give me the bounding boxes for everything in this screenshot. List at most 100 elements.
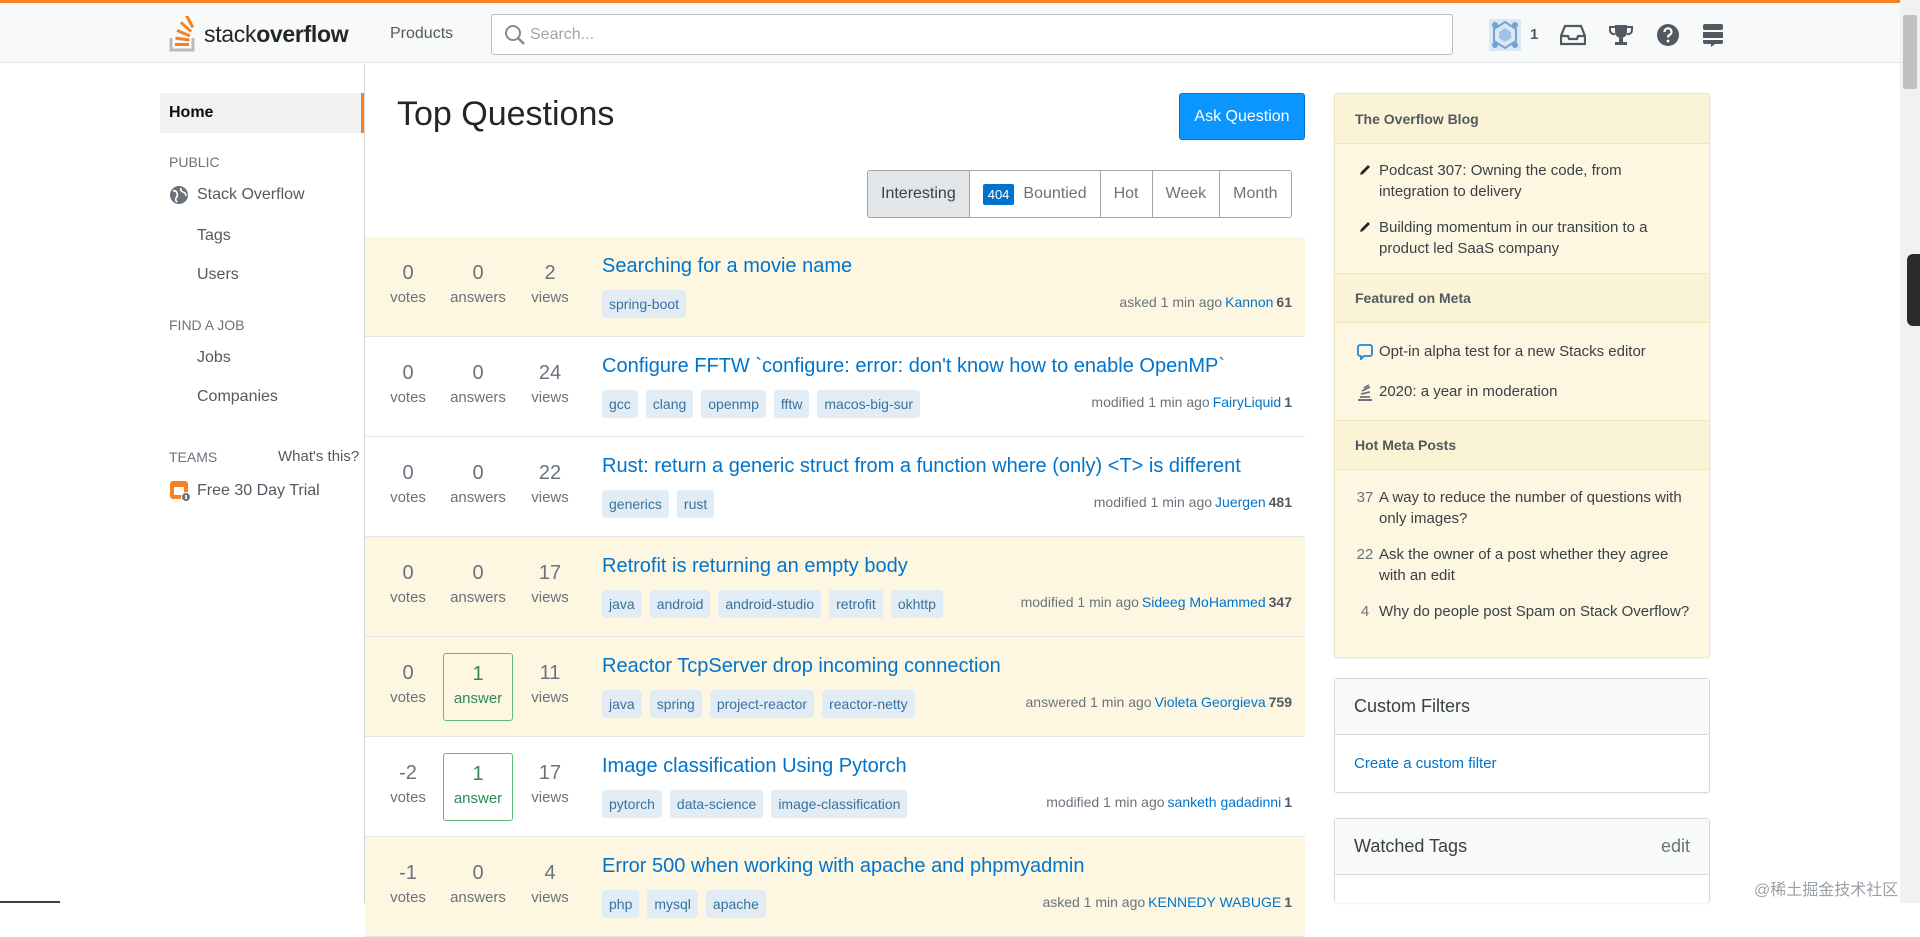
hot-meta-item[interactable]: 37 A way to reduce the number of questio…: [1351, 487, 1691, 529]
ask-question-button[interactable]: Ask Question: [1179, 93, 1305, 140]
nav-free-trial-label: Free 30 Day Trial: [197, 482, 320, 499]
question-title-link[interactable]: Retrofit is returning an empty body: [602, 555, 908, 578]
tag[interactable]: project-reactor: [709, 690, 815, 718]
tag[interactable]: image-classification: [771, 790, 908, 818]
teams-briefcase-icon: [170, 481, 191, 502]
tab-bountied[interactable]: 404 Bountied: [968, 171, 1100, 217]
tag[interactable]: fftw: [773, 390, 810, 418]
tag[interactable]: data-science: [669, 790, 764, 818]
view-count: 22 views: [531, 462, 569, 506]
page-title: Top Questions: [397, 95, 615, 133]
nav-jobs[interactable]: Jobs: [197, 349, 231, 367]
tag[interactable]: retrofit: [829, 590, 883, 618]
tab-interesting[interactable]: Interesting: [868, 171, 969, 217]
tag[interactable]: spring: [649, 690, 702, 718]
tag[interactable]: openmp: [701, 390, 766, 418]
nav-users[interactable]: Users: [197, 266, 239, 284]
tab-month[interactable]: Month: [1219, 171, 1291, 217]
nav-home[interactable]: Home: [160, 93, 365, 133]
site-logo[interactable]: stackoverflow: [168, 15, 349, 53]
meta-item[interactable]: Opt-in alpha test for a new Stacks edito…: [1351, 341, 1691, 362]
tag-list: gcc clang openmp fftw macos-big-sur: [602, 390, 928, 418]
tag[interactable]: android-studio: [718, 590, 822, 618]
user-link[interactable]: Juergen: [1215, 494, 1266, 510]
whats-this-link[interactable]: What's this?: [278, 448, 359, 465]
tag[interactable]: java: [602, 690, 642, 718]
nav-tags[interactable]: Tags: [197, 227, 231, 245]
tag[interactable]: mysql: [647, 890, 698, 918]
question-title-link[interactable]: Rust: return a generic struct from a fun…: [602, 455, 1241, 478]
blog-item[interactable]: Podcast 307: Owning the code, from integ…: [1351, 160, 1691, 202]
globe-icon: [170, 186, 188, 204]
profile-button[interactable]: 1: [1478, 14, 1549, 55]
user-link[interactable]: FairyLiquid: [1213, 394, 1281, 410]
tag[interactable]: rust: [676, 490, 715, 518]
nav-heading-public: PUBLIC: [169, 154, 220, 170]
help-button[interactable]: [1645, 14, 1691, 55]
nav-companies[interactable]: Companies: [197, 388, 278, 406]
question-row: 0 votes 1 answer 11 views Reactor TcpServer…: [365, 637, 1305, 737]
question-title-link[interactable]: Configure FFTW `configure: error: don't …: [602, 355, 1225, 378]
inbox-icon: [1560, 24, 1587, 45]
tag[interactable]: reactor-netty: [822, 690, 915, 718]
tab-week[interactable]: Week: [1151, 171, 1220, 217]
tag[interactable]: android: [649, 590, 711, 618]
edit-watched-tags-link[interactable]: edit: [1661, 836, 1690, 857]
tag[interactable]: clang: [645, 390, 694, 418]
tag[interactable]: gcc: [602, 390, 638, 418]
user-reputation: 61: [1276, 294, 1292, 310]
question-meta: answered 1 min ago Violeta Georgieva 759: [1025, 694, 1292, 710]
tag[interactable]: java: [602, 590, 642, 618]
tab-hot[interactable]: Hot: [1099, 171, 1152, 217]
achievements-button[interactable]: [1597, 14, 1645, 55]
stack-exchange-meta-icon: [1351, 381, 1379, 402]
answer-count: 1 answer: [443, 653, 513, 721]
search-input[interactable]: [530, 15, 1430, 54]
create-custom-filter-link[interactable]: Create a custom filter: [1354, 755, 1497, 772]
logo-text: stackoverflow: [204, 20, 349, 47]
user-link[interactable]: Sideeg MoHammed: [1142, 594, 1266, 610]
inbox-button[interactable]: [1549, 14, 1597, 55]
tag[interactable]: macos-big-sur: [817, 390, 921, 418]
search-box[interactable]: [491, 14, 1453, 55]
meta-heading: Featured on Meta: [1335, 273, 1709, 323]
scrollbar-thumb[interactable]: [1903, 15, 1917, 89]
question-row: -2 votes 1 answer 17 views Image classifica…: [365, 737, 1305, 837]
question-title-link[interactable]: Image classification Using Pytorch: [602, 755, 907, 778]
view-count: 24 views: [531, 362, 569, 406]
question-title-link[interactable]: Error 500 when working with apache and p…: [602, 855, 1085, 878]
pencil-icon: [1351, 160, 1379, 202]
nav-heading-teams: TEAMS: [169, 449, 218, 465]
nav-free-trial[interactable]: Free 30 Day Trial: [169, 480, 320, 502]
tag[interactable]: php: [602, 890, 640, 918]
question-list: 0 votes 0 answers 2 views Searching for a m…: [365, 237, 1305, 937]
blog-item[interactable]: Building momentum in our transition to a…: [1351, 217, 1691, 259]
site-switcher-button[interactable]: [1691, 14, 1735, 55]
tag[interactable]: generics: [602, 490, 669, 518]
tag[interactable]: spring-boot: [602, 290, 687, 318]
vote-count: -2 votes: [390, 762, 426, 806]
user-link[interactable]: Kannon: [1225, 294, 1273, 310]
question-row: 0 votes 0 answers 17 views Retrofit is retu…: [365, 537, 1305, 637]
hot-meta-item[interactable]: 4 Why do people post Spam on Stack Overf…: [1351, 601, 1691, 622]
products-menu[interactable]: Products: [380, 14, 463, 54]
page-scrollbar[interactable]: [1900, 0, 1920, 903]
user-link[interactable]: Violeta Georgieva: [1155, 694, 1266, 710]
nav-stack-overflow[interactable]: Stack Overflow: [169, 185, 305, 205]
floating-side-widget[interactable]: [1907, 254, 1920, 326]
watched-tags-header: Watched Tags edit: [1335, 819, 1709, 875]
hot-meta-item[interactable]: 22 Ask the owner of a post whether they …: [1351, 544, 1691, 586]
question-title-link[interactable]: Searching for a movie name: [602, 255, 852, 278]
stack-overflow-logo-icon: [169, 16, 195, 52]
meta-item[interactable]: 2020: a year in moderation: [1351, 381, 1691, 402]
tag[interactable]: pytorch: [602, 790, 662, 818]
user-link[interactable]: sanketh gadadinni: [1168, 794, 1282, 810]
user-link[interactable]: KENNEDY WABUGE: [1148, 894, 1281, 910]
overflow-blog-widget: The Overflow Blog Podcast 307: Owning th…: [1334, 93, 1710, 658]
stack-exchange-icon: [1703, 23, 1724, 47]
question-title-link[interactable]: Reactor TcpServer drop incoming connecti…: [602, 655, 1001, 678]
pencil-icon: [1351, 217, 1379, 259]
tag[interactable]: okhttp: [890, 590, 943, 618]
tag[interactable]: apache: [705, 890, 766, 918]
tag-list: generics rust: [602, 490, 722, 518]
